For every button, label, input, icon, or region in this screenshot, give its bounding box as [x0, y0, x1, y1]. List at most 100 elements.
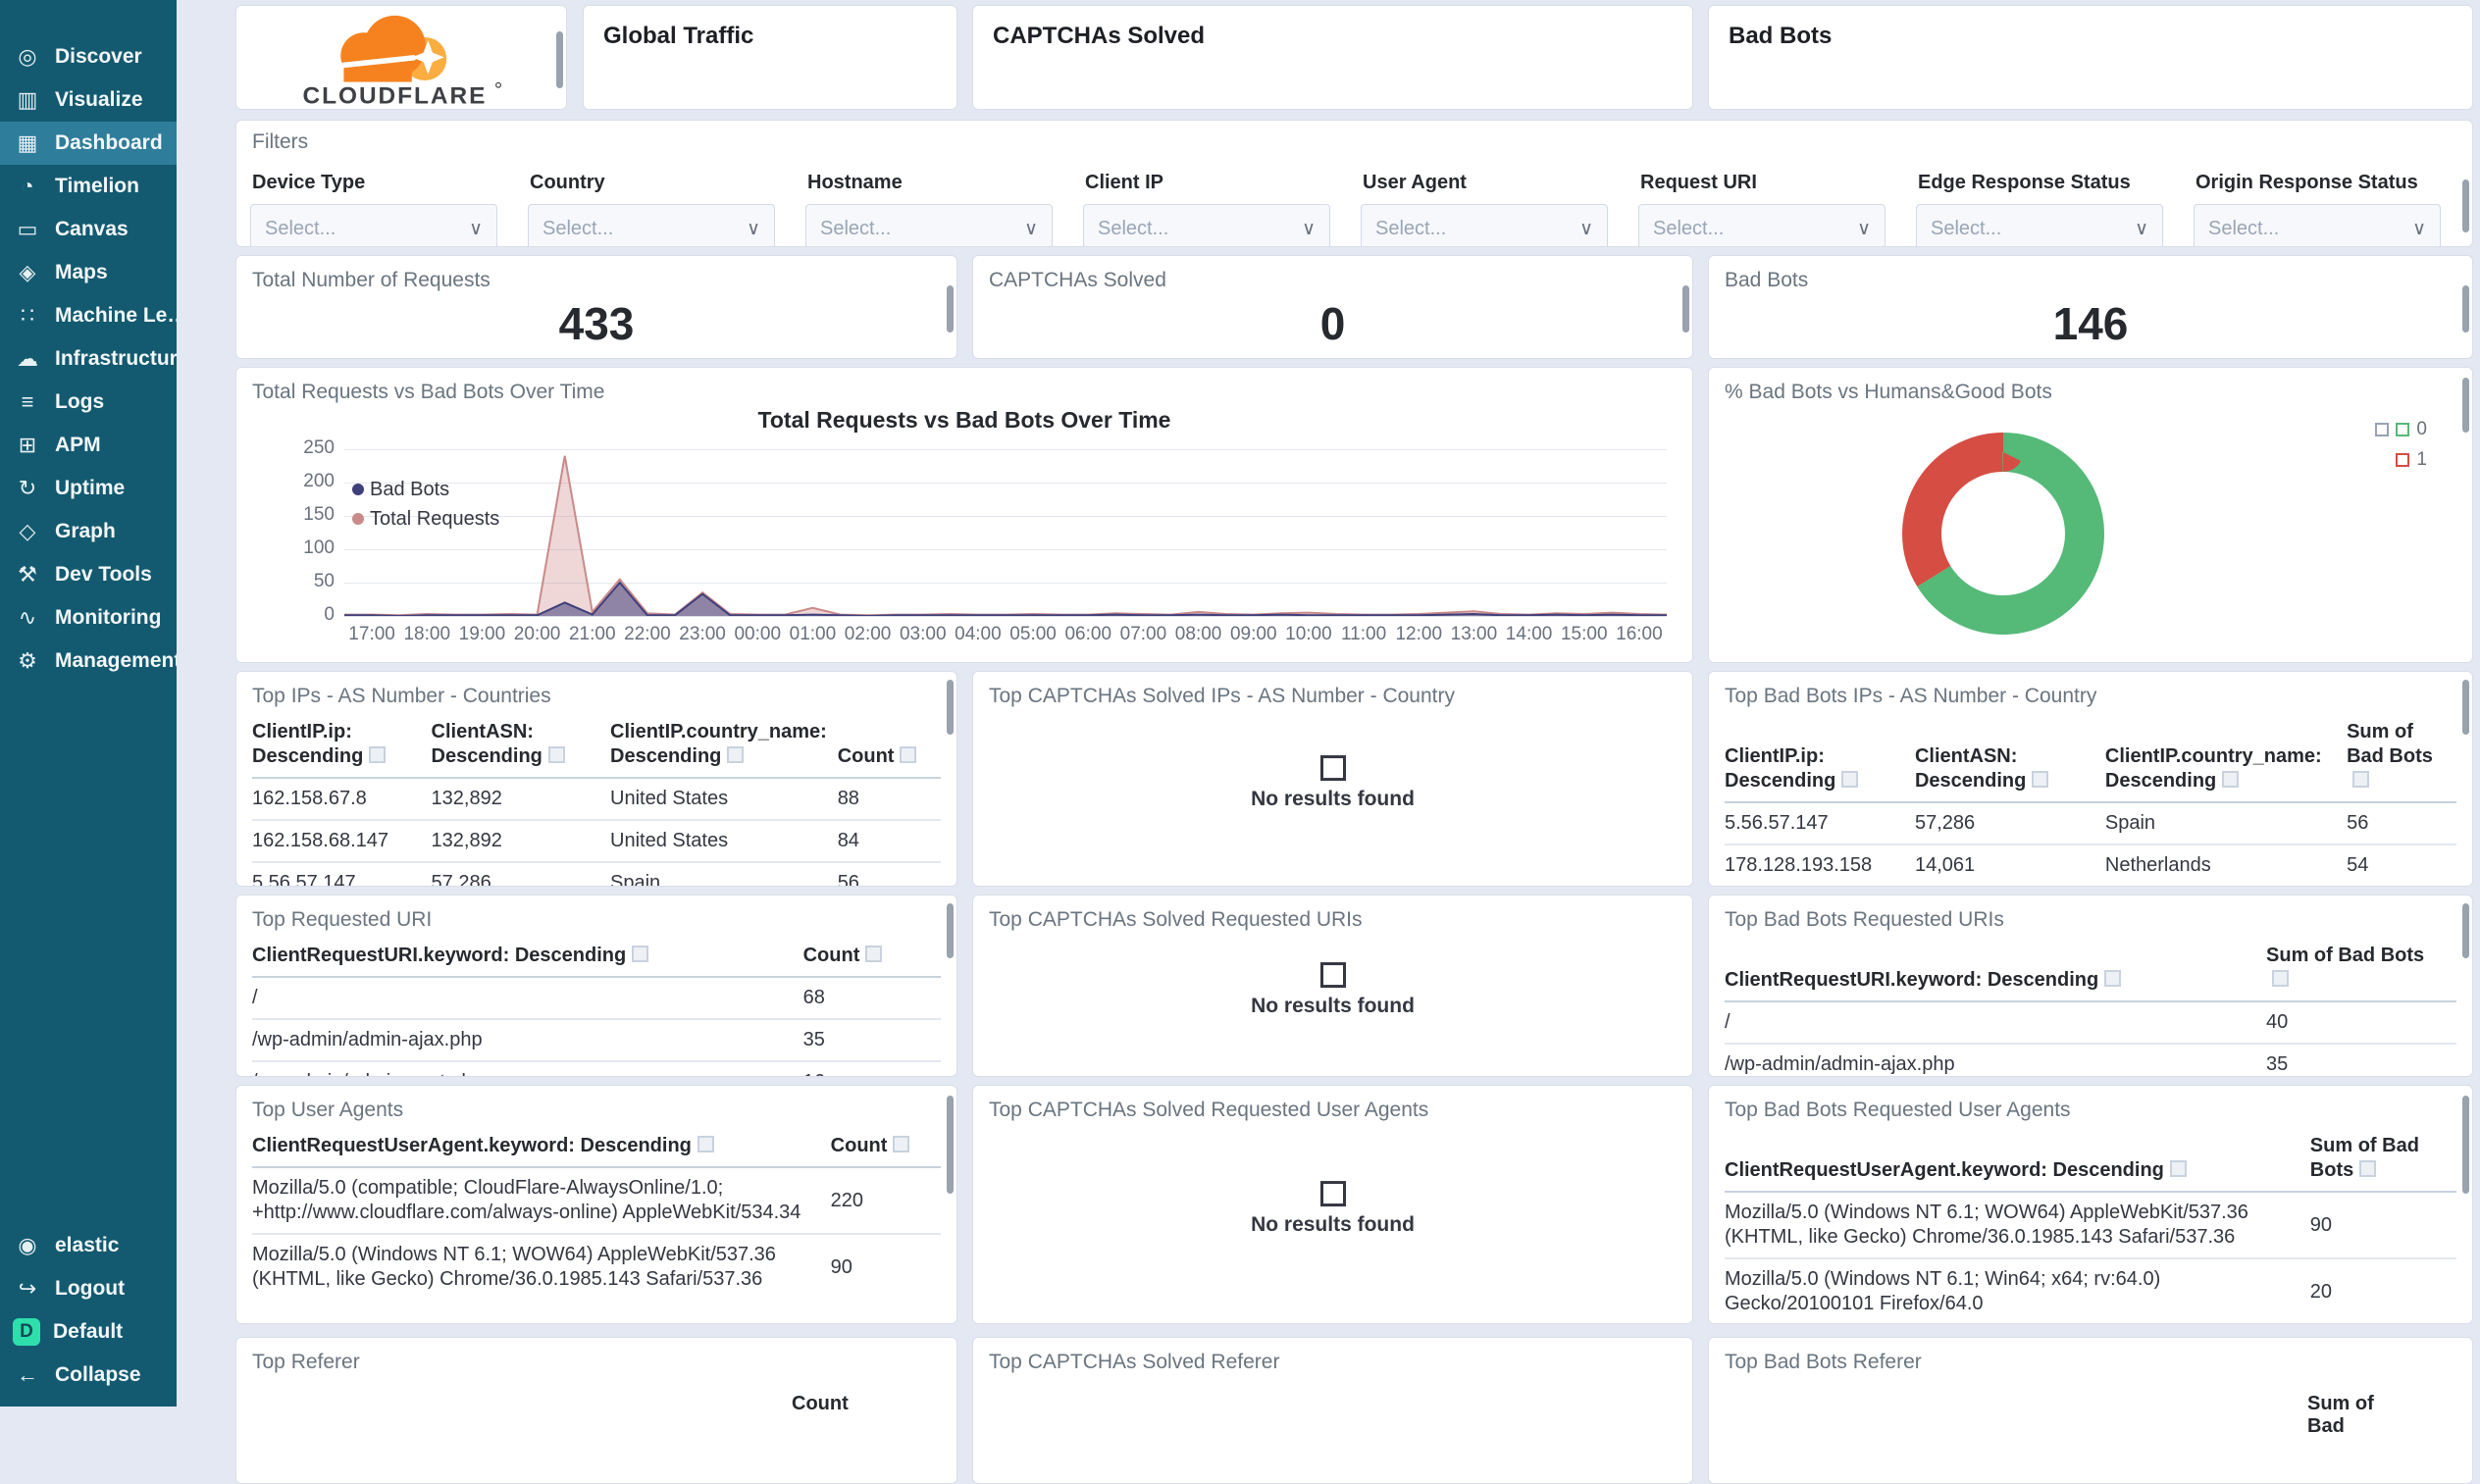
sidebar-item-uptime[interactable]: ↻ Uptime — [0, 467, 177, 510]
column-header-clientip-ip-descending[interactable]: ClientIP.ip: Descending — [252, 716, 432, 779]
table-row: 162.158.67.8 132,892 United States 88 — [252, 778, 941, 821]
filter-select-user-agent[interactable]: Select... ∨ — [1361, 204, 1608, 246]
bad-bots-ua-table-mount: ClientRequestUserAgent.keyword: Descendi… — [1709, 1130, 2472, 1323]
column-header-clientip-country-name-descending[interactable]: ClientIP.country_name: Descending — [2104, 716, 2348, 803]
column-header-count[interactable]: Count — [837, 716, 941, 779]
column-header-clientrequestuseragent-keyword-descending[interactable]: ClientRequestUserAgent.keyword: Descendi… — [252, 1130, 831, 1168]
donut-chart[interactable] — [1900, 431, 2106, 637]
filter-select-request-uri[interactable]: Select... ∨ — [1638, 204, 1886, 246]
y-tick-label: 50 — [313, 571, 335, 591]
column-header-sum-of-bad-bots[interactable]: Sum of Bad Bots — [2266, 940, 2456, 1002]
filter-device-type: Device Type Select... ∨ — [250, 166, 497, 246]
filter-select-device-type[interactable]: Select... ∨ — [250, 204, 497, 246]
legend-filter-swatch-icon — [2375, 423, 2390, 436]
column-header-clientrequesturi-keyword-descending[interactable]: ClientRequestURI.keyword: Descending — [252, 940, 803, 978]
top-uri-table-mount: ClientRequestURI.keyword: Descending Coun… — [236, 940, 956, 1076]
filter-select-hostname[interactable]: Select... ∨ — [805, 204, 1053, 246]
sidebar-item-label: Maps — [55, 261, 108, 283]
column-header-clientrequesturi-keyword-descending[interactable]: ClientRequestURI.keyword: Descending — [1725, 940, 2267, 1002]
metric-total-requests: Total Number of Requests 433 — [235, 255, 957, 359]
legend-item-total-requests[interactable]: Total Requests — [352, 504, 499, 534]
scrollbar-thumb[interactable] — [2462, 680, 2469, 735]
sidebar-item-timelion[interactable]: ◔ Timelion — [0, 165, 177, 208]
sidebar-item-elastic[interactable]: ◉ elastic — [0, 1224, 177, 1267]
sidebar-item-default[interactable]: D Default — [0, 1310, 177, 1354]
x-tick-label: 09:00 — [1229, 624, 1277, 644]
chevron-down-icon: ∨ — [1579, 218, 1593, 239]
column-header-label: ClientASN: Descending — [1914, 745, 2027, 792]
column-header-sum-of-bad-bots[interactable]: Sum of Bad Bots — [2347, 716, 2456, 803]
sidebar-item-graph[interactable]: ◇ Graph — [0, 510, 177, 553]
filter-select-edge-response-status[interactable]: Select... ∨ — [1916, 204, 2163, 246]
table-row: /68 — [252, 977, 941, 1020]
donut-legend-item-1[interactable]: 1 — [2375, 449, 2427, 471]
map-layers-icon: ◈ — [19, 260, 36, 284]
sidebar-item-management[interactable]: ⚙ Management — [0, 640, 177, 683]
legend-label: Bad Bots — [370, 478, 450, 500]
sidebar-item-infrastructure[interactable]: ☁ Infrastructure — [0, 337, 177, 381]
sidebar-item-apm[interactable]: ⊞ APM — [0, 424, 177, 467]
column-header-clientasn-descending[interactable]: ClientASN: Descending — [431, 716, 611, 779]
donut-panel: % Bad Bots vs Humans&Good Bots 01 — [1708, 367, 2473, 663]
sidebar-item-canvas[interactable]: ▭ Canvas — [0, 208, 177, 251]
column-header-clientip-country-name-descending[interactable]: ClientIP.country_name: Descending — [610, 716, 838, 779]
sidebar-item-label: Monitoring — [55, 606, 162, 629]
sidebar-nav: ◎ Discover ▥ Visualize ▦ Dashboard ◔ Timelion ▭ C… — [0, 35, 177, 683]
sidebar-item-label: Dashboard — [55, 131, 163, 154]
column-header-sum-of-bad-bots[interactable]: Sum of Bad Bots — [2309, 1130, 2456, 1193]
log-lines-icon: ≡ — [21, 389, 34, 414]
sidebar-item-monitoring[interactable]: ∿ Monitoring — [0, 596, 177, 640]
legend-item-bad-bots[interactable]: Bad Bots — [352, 475, 499, 504]
column-header-clientrequestuseragent-keyword-descending[interactable]: ClientRequestUserAgent.keyword: Descendi… — [1725, 1130, 2310, 1193]
y-tick-label: 250 — [303, 437, 335, 458]
filter-label: Client IP — [1085, 172, 1164, 193]
filters-panel: Filters Device Type Select... ∨ Country Sele… — [235, 120, 2473, 247]
filter-label: User Agent — [1363, 172, 1467, 193]
filter-label: Country — [530, 172, 605, 193]
scrollbar-thumb[interactable] — [947, 680, 954, 735]
sidebar-item-machine-le[interactable]: ∷ Machine Le… — [0, 294, 177, 337]
table-cell: Mozilla/5.0 (compatible; CloudFlare-Alwa… — [252, 1167, 831, 1235]
filter-select-country[interactable]: Select... ∨ — [528, 204, 775, 246]
scrollbar-thumb[interactable] — [947, 903, 954, 958]
filter-hostname: Hostname Select... ∨ — [805, 166, 1053, 246]
table-cell: /wp-admin/admin-ajax.php — [252, 1019, 803, 1062]
panel-title: Top User Agents — [252, 1099, 404, 1121]
column-header-clientip-ip-descending[interactable]: ClientIP.ip: Descending — [1725, 716, 1915, 803]
scrollbar-thumb[interactable] — [1682, 285, 1689, 333]
donut-legend-item-0[interactable]: 0 — [2375, 419, 2427, 440]
scrollbar-thumb[interactable] — [2462, 903, 2469, 958]
chevron-down-icon: ∨ — [1857, 218, 1871, 239]
table-cell: 56 — [837, 872, 859, 887]
column-header-count[interactable]: Count — [802, 940, 941, 978]
sort-box-icon — [2032, 771, 2049, 788]
sidebar-item-discover[interactable]: ◎ Discover — [0, 35, 177, 78]
table-cell: Spain — [610, 872, 661, 887]
scrollbar-thumb[interactable] — [2462, 378, 2469, 433]
sidebar-item-logout[interactable]: ↪ Logout — [0, 1267, 177, 1310]
sidebar-item-visualize[interactable]: ▥ Visualize — [0, 78, 177, 122]
table-row: /40 — [1725, 1001, 2456, 1045]
x-tick-label: 03:00 — [899, 624, 947, 644]
sidebar-item-collapse[interactable]: ← Collapse — [0, 1354, 177, 1397]
scrollbar-thumb[interactable] — [2462, 179, 2469, 232]
sum-column-header[interactable]: Sum of Bad — [2307, 1393, 2415, 1438]
filter-select-origin-response-status[interactable]: Select... ∨ — [2194, 204, 2441, 246]
timeseries-chart-title: Total Requests vs Bad Bots Over Time — [757, 407, 1171, 433]
sidebar-item-dashboard[interactable]: ▦ Dashboard — [0, 122, 177, 165]
scrollbar-thumb[interactable] — [556, 31, 563, 88]
scrollbar-thumb[interactable] — [2462, 1096, 2469, 1194]
sidebar-item-maps[interactable]: ◈ Maps — [0, 251, 177, 294]
filter-select-client-ip[interactable]: Select... ∨ — [1083, 204, 1330, 246]
column-header-count[interactable]: Count — [830, 1130, 941, 1168]
metric-title: CAPTCHAs Solved — [989, 269, 1166, 291]
scrollbar-thumb[interactable] — [947, 1096, 954, 1194]
timeseries-plot: 0 50 100 150 200 250 17:00 18:00 19:00 20:00 21:00… — [303, 437, 1667, 644]
sidebar-item-logs[interactable]: ≡ Logs — [0, 381, 177, 424]
scrollbar-thumb[interactable] — [947, 285, 954, 333]
count-column-header[interactable]: Count — [792, 1393, 900, 1415]
select-placeholder: Select... — [1098, 217, 1169, 239]
column-header-clientasn-descending[interactable]: ClientASN: Descending — [1914, 716, 2105, 803]
sidebar-item-dev-tools[interactable]: ⚒ Dev Tools — [0, 553, 177, 596]
scrollbar-thumb[interactable] — [2462, 285, 2469, 333]
